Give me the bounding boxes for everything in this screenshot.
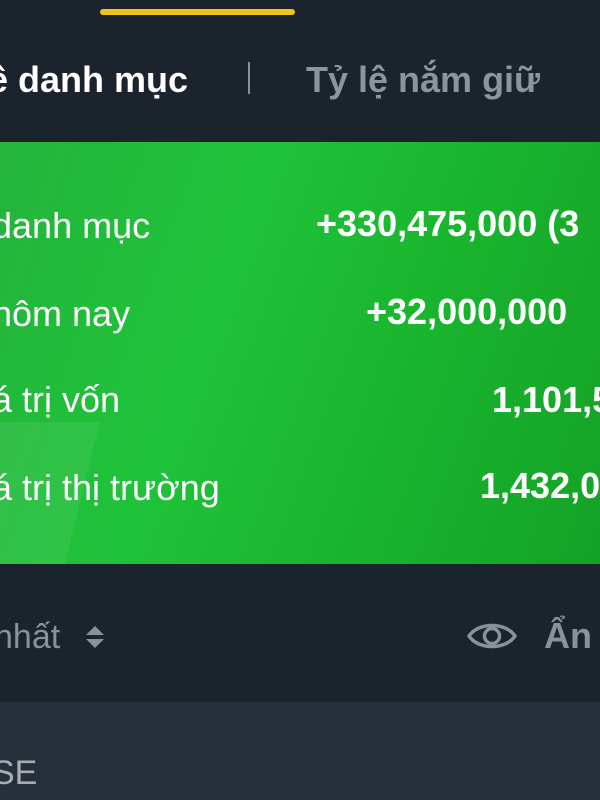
- summary-value-portfolio-pnl: +330,475,000 (3: [316, 203, 580, 244]
- sort-updown-icon[interactable]: [84, 620, 106, 654]
- active-tab-indicator: [100, 9, 295, 15]
- sort-option-label[interactable]: nhất: [0, 616, 60, 658]
- hide-balance-toggle[interactable]: Ẩn: [544, 614, 592, 658]
- holdings-list: SE: [0, 702, 600, 800]
- portfolio-summary-card: danh mục +330,475,000 (3 hôm nay +32,000…: [0, 142, 600, 564]
- summary-label-market-value: á trị thị trường: [0, 467, 220, 508]
- portfolio-screen: ề danh mục Tỷ lệ nắm giữ danh mục +330,4…: [0, 0, 600, 800]
- summary-label-capital-value: á trị vốn: [0, 379, 121, 420]
- summary-value-market-value: 1,432,0: [480, 465, 600, 506]
- list-item-symbol[interactable]: SE: [0, 752, 37, 794]
- tab-bar: ề danh mục Tỷ lệ nắm giữ: [0, 0, 600, 142]
- tab-divider: [248, 62, 250, 94]
- tab-portfolio-overview[interactable]: ề danh mục: [0, 52, 188, 108]
- eye-icon[interactable]: [466, 616, 518, 656]
- tab-holding-ratio[interactable]: Tỷ lệ nắm giữ: [306, 52, 540, 108]
- summary-value-today-pnl: +32,000,000: [366, 291, 568, 332]
- summary-label-today-pnl: hôm nay: [0, 293, 131, 334]
- sort-filter-bar: nhất Ẩn: [0, 564, 600, 702]
- summary-value-capital-value: 1,101,5: [492, 379, 600, 420]
- summary-label-portfolio-pnl: danh mục: [0, 205, 151, 246]
